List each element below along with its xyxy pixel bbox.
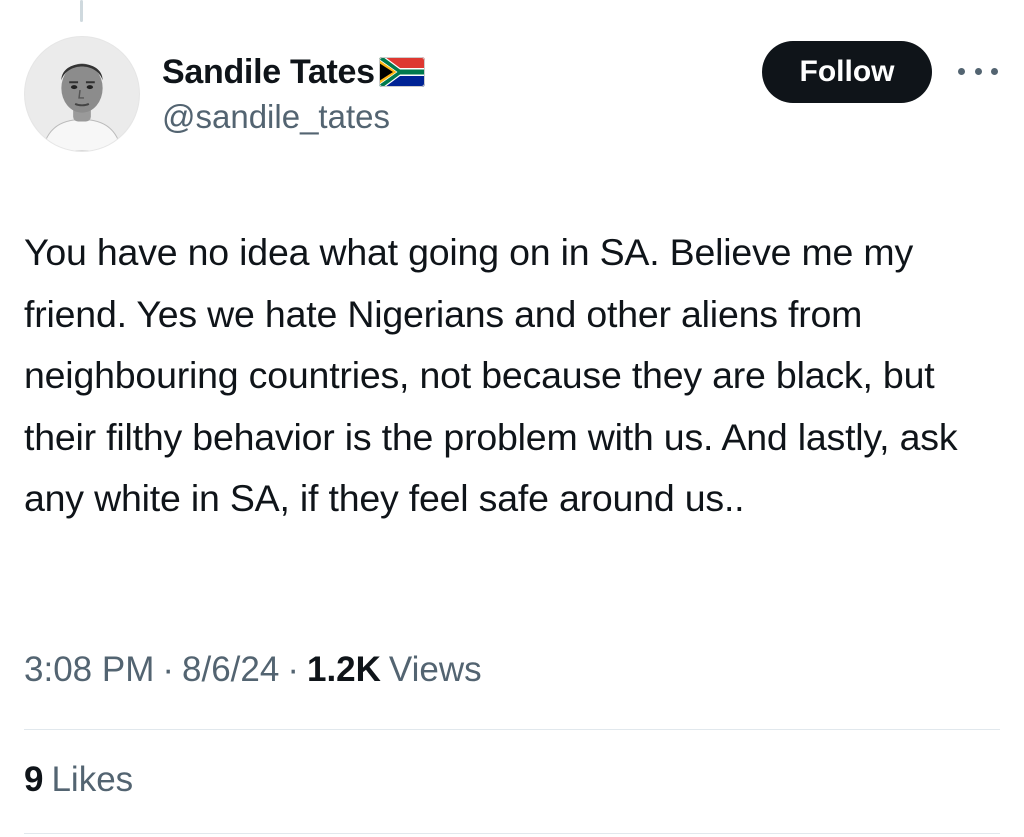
more-dot [991,67,998,75]
more-options-icon[interactable] [958,60,998,82]
avatar[interactable] [24,36,140,152]
author-name-row[interactable]: Sandile Tates [162,52,425,92]
divider [24,833,1000,834]
follow-button[interactable]: Follow [762,41,932,103]
thread-connector-line [80,0,83,22]
tweet-author: Sandile Tates @sandile_tates [162,52,425,136]
likes-stat[interactable]: 9 Likes [24,760,133,800]
profile-photo [25,37,139,151]
likes-label[interactable]: Likes [51,760,133,800]
more-dot [974,67,982,75]
author-handle[interactable]: @sandile_tates [162,98,425,136]
tweet-time[interactable]: 3:08 PM [24,650,154,690]
author-display-name[interactable]: Sandile Tates [162,53,375,92]
south-africa-flag-icon [378,57,425,87]
views-label[interactable]: Views [389,650,482,690]
likes-count[interactable]: 9 [24,760,43,800]
more-dot [958,67,965,75]
tweet-date[interactable]: 8/6/24 [182,650,279,690]
tweet-metadata: 3:08 PM · 8/6/24 · 1.2K Views [24,650,482,690]
meta-separator: · [162,650,175,689]
divider [24,729,1000,730]
tweet-text: You have no idea what going on in SA. Be… [24,231,958,519]
views-count[interactable]: 1.2K [307,650,381,690]
meta-separator: · [287,650,299,689]
